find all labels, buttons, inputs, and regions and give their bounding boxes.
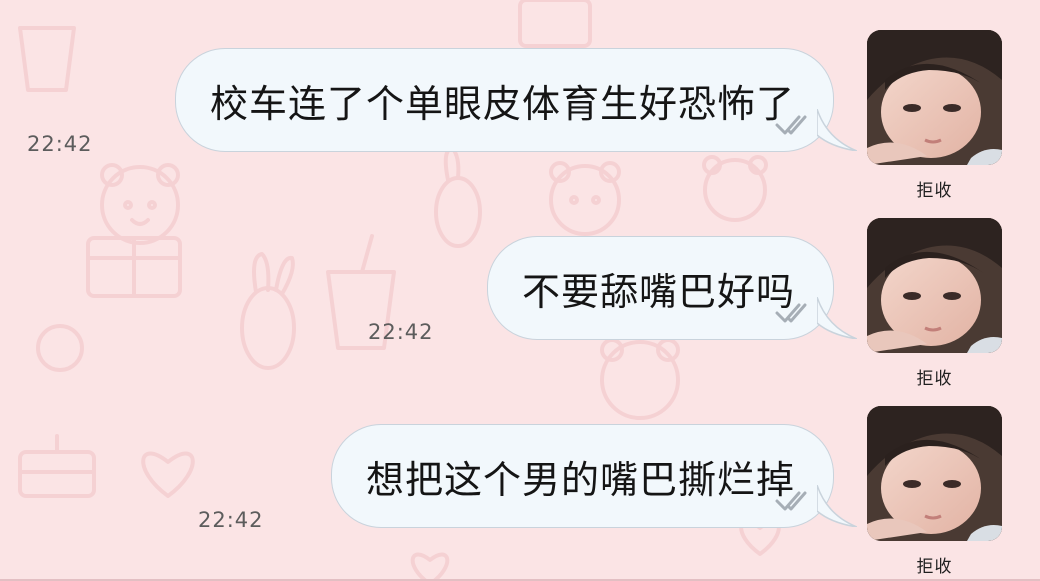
double-check-icon [775,303,807,323]
avatar-photo-icon [867,30,1002,165]
message-bubble[interactable]: 不要舔嘴巴好吗 [486,236,857,340]
sender-label: 拒收 [916,181,953,201]
message-bubble[interactable]: 校车连了个单眼皮体育生好恐怖了 [174,48,857,152]
bubble-tail [817,485,857,527]
sender-label: 拒收 [916,369,953,389]
message-timestamp: 22:42 [198,508,264,532]
message-bubble[interactable]: 想把这个男的嘴巴撕烂掉 [330,424,857,528]
message-row: 校车连了个单眼皮体育生好恐怖了 22:42 拒收 [0,30,1040,201]
double-check-icon [775,115,807,135]
message-timestamp: 22:42 [27,132,93,156]
avatar[interactable] [867,30,1002,165]
message-row: 不要舔嘴巴好吗 22:42 拒收 [0,218,1040,389]
bubble-tail [817,109,857,151]
message-timestamp: 22:42 [368,320,434,344]
message-text: 不要舔嘴巴好吗 [521,269,795,314]
double-check-icon [775,491,807,511]
message-row: 想把这个男的嘴巴撕烂掉 22:42 拒收 [0,406,1040,577]
message-text: 校车连了个单眼皮体育生好恐怖了 [209,81,795,126]
bubble-tail [817,297,857,339]
avatar[interactable] [867,406,1002,541]
avatar[interactable] [867,218,1002,353]
sender-label: 拒收 [916,557,953,577]
message-text: 想把这个男的嘴巴撕烂掉 [365,457,795,502]
avatar-photo-icon [867,218,1002,353]
avatar-photo-icon [867,406,1002,541]
